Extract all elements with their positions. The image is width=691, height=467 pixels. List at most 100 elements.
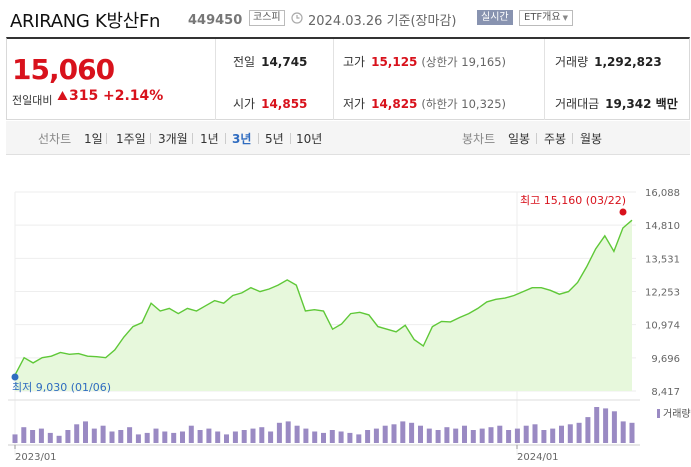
prev-close-label: 전일 xyxy=(233,55,256,69)
tab-3year[interactable]: 3년 xyxy=(232,130,251,147)
amount-label: 거래대금 xyxy=(555,97,600,111)
stock-name[interactable]: ARIRANG K방산Fn xyxy=(10,7,160,33)
volume-bar xyxy=(118,430,124,443)
price-area-fill xyxy=(15,220,632,391)
volume-bar xyxy=(479,428,485,443)
amount-value: 19,342 백만 xyxy=(605,97,678,111)
x-tick-label: 2024/01 xyxy=(517,452,559,463)
volume-bar xyxy=(241,430,247,443)
change-value: 315 xyxy=(69,88,99,104)
volume-bar xyxy=(585,417,591,443)
low-annotation: 최저 9,030 (01/06) xyxy=(12,381,111,394)
y-tick-label: 10,974 xyxy=(645,321,680,332)
y-tick-label: 16,088 xyxy=(645,188,680,199)
etf-overview-label: ETF개요 xyxy=(524,12,561,23)
prev-close: 전일 14,745 xyxy=(233,53,307,70)
tab-weekly-candle[interactable]: 주봉 xyxy=(544,130,566,147)
tab-5year[interactable]: 5년 xyxy=(265,130,284,147)
volume-bar xyxy=(83,421,88,443)
y-tick-label: 12,253 xyxy=(645,287,680,298)
high-price: 고가 15,125 (상한가 19,165) xyxy=(343,53,506,70)
volume-bar xyxy=(38,428,44,443)
open-value: 14,855 xyxy=(261,97,308,111)
volume-bar xyxy=(206,428,212,443)
y-tick-label: 9,696 xyxy=(651,354,680,365)
volume-bar xyxy=(285,421,291,443)
volume-bar xyxy=(567,424,573,443)
volume-bar xyxy=(47,432,53,443)
volume-bar xyxy=(268,431,274,443)
low-value: 14,825 xyxy=(371,97,418,111)
x-tick-label: 2023/01 xyxy=(15,452,57,463)
volume-bar xyxy=(127,427,133,443)
volume-bar xyxy=(620,421,626,443)
volume-bar xyxy=(30,430,36,443)
tab-divider xyxy=(150,133,151,144)
y-axis-labels: 16,088 14,810 13,531 12,253 10,974 9,696 8,417 xyxy=(645,188,680,398)
volume-bar xyxy=(514,428,520,443)
volume-value: 1,292,823 xyxy=(594,55,662,69)
market-badge: 코스피 xyxy=(249,10,285,26)
volume-bar xyxy=(435,430,441,443)
open-label: 시가 xyxy=(233,97,256,111)
divider xyxy=(544,39,545,120)
tab-divider xyxy=(572,133,573,144)
volume-label: 거래량 xyxy=(555,55,589,69)
realtime-badge[interactable]: 실시간 xyxy=(477,10,513,25)
tab-3month[interactable]: 3개월 xyxy=(158,130,188,147)
volume-bar xyxy=(153,428,159,443)
volume-legend: 거래량 xyxy=(663,408,691,420)
tab-1year[interactable]: 1년 xyxy=(200,130,219,147)
tab-daily-candle[interactable]: 일봉 xyxy=(508,130,530,147)
volume-bar xyxy=(470,430,476,443)
low-label: 저가 xyxy=(343,97,366,111)
volume-bar xyxy=(594,407,600,443)
upper-limit: (상한가 19,165) xyxy=(421,55,507,69)
volume-bar xyxy=(135,434,141,443)
chart-period-tabs: 선차트 1일 1주일 3개월 1년 3년 5년 10년 봉차트 일봉 주봉 월봉 xyxy=(6,121,690,155)
volume-bar xyxy=(91,428,97,443)
high-marker xyxy=(619,208,627,216)
volume-bar xyxy=(523,425,529,443)
prev-close-value: 14,745 xyxy=(261,55,308,69)
etf-overview-dropdown[interactable]: ETF개요 ▼ xyxy=(519,10,573,26)
price-block: 15,060 전일대비 315 +2.14% xyxy=(7,39,216,120)
volume-bar xyxy=(171,432,177,443)
trade-amount: 거래대금 19,342 백만 xyxy=(555,95,678,112)
volume-bar xyxy=(453,428,459,443)
y-tick-label: 8,417 xyxy=(651,387,680,398)
tab-1day[interactable]: 1일 xyxy=(84,130,103,147)
volume-legend-swatch xyxy=(657,409,660,418)
quote-date: 2024.03.26 기준(장마감) xyxy=(308,14,457,29)
volume-bars xyxy=(12,407,635,443)
price-chart[interactable]: 16,088 14,810 13,531 12,253 10,974 9,696 8,417… xyxy=(0,155,691,467)
volume-bar xyxy=(144,432,150,443)
volume-bar xyxy=(559,425,564,443)
quote-panel: 15,060 전일대비 315 +2.14% 전일 14,745 고가 15,125… xyxy=(6,37,690,120)
up-triangle-icon xyxy=(57,91,68,100)
stock-code: 449450 xyxy=(188,13,243,28)
volume-bar xyxy=(382,425,388,443)
tab-divider xyxy=(290,133,291,144)
chevron-down-icon: ▼ xyxy=(562,14,568,22)
volume-bar xyxy=(180,431,185,443)
volume-bar xyxy=(365,430,371,443)
volume-bar xyxy=(532,424,538,443)
volume-bar xyxy=(426,428,432,443)
volume-bar xyxy=(603,408,609,443)
stock-header: ARIRANG K방산Fn 449450 코스피 2024.03.26 기준(장… xyxy=(0,0,691,36)
tab-1week[interactable]: 1주일 xyxy=(116,130,146,147)
volume-bar xyxy=(576,422,582,443)
volume-bar xyxy=(506,430,512,443)
clock-icon xyxy=(291,12,303,24)
volume-bar xyxy=(162,431,168,443)
x-axis-labels: 2023/01 2024/01 xyxy=(14,445,559,463)
volume-bar xyxy=(488,427,494,443)
tab-10year[interactable]: 10년 xyxy=(296,130,322,147)
volume-bar xyxy=(250,428,256,443)
tab-monthly-candle[interactable]: 월봉 xyxy=(580,130,602,147)
volume-bar xyxy=(400,421,406,443)
volume-bar xyxy=(21,427,27,443)
volume-bar xyxy=(462,425,467,443)
volume-bar xyxy=(74,424,80,443)
